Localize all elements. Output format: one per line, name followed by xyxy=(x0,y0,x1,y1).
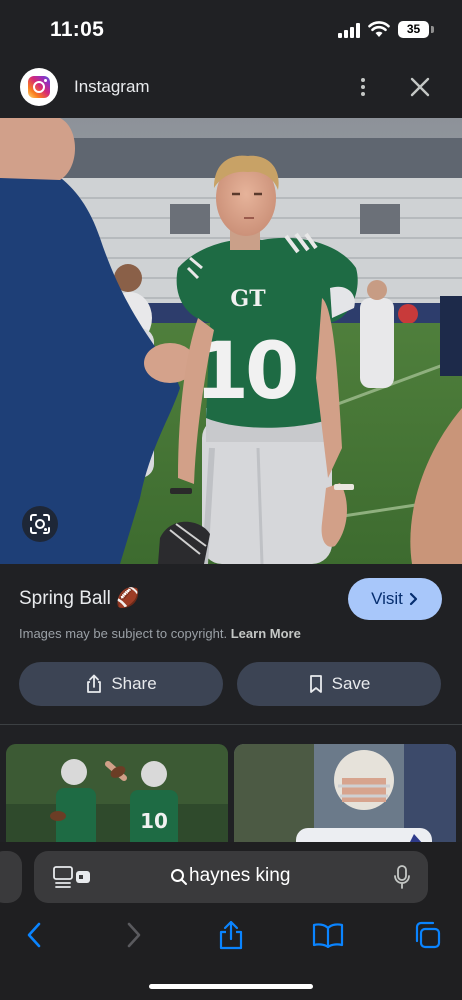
home-indicator xyxy=(149,984,313,989)
reader-icon[interactable] xyxy=(52,865,92,889)
copyright-text: Images may be subject to copyright. xyxy=(19,626,228,641)
save-label: Save xyxy=(331,674,371,693)
search-icon xyxy=(171,869,187,885)
share-button[interactable]: Share xyxy=(19,662,223,706)
bookmarks-icon[interactable] xyxy=(311,918,345,952)
football-player-photo: GT 10 xyxy=(0,118,462,564)
visit-button[interactable]: Visit xyxy=(348,578,442,620)
previous-tab-preview[interactable] xyxy=(0,851,22,903)
battery-icon: 35 xyxy=(398,21,429,38)
cellular-signal-icon xyxy=(338,23,360,38)
result-title: Spring Ball 🏈 xyxy=(19,588,140,609)
tabs-icon[interactable] xyxy=(410,918,444,952)
mic-icon[interactable] xyxy=(392,864,412,890)
share-label: Share xyxy=(111,674,157,693)
status-time: 11:05 xyxy=(50,18,105,41)
share-sheet-icon[interactable] xyxy=(214,918,248,952)
address-bar[interactable]: haynes king xyxy=(34,851,428,903)
forward-icon[interactable] xyxy=(117,918,151,952)
browser-toolbar xyxy=(0,916,462,958)
related-image-thumbnail[interactable] xyxy=(234,744,456,854)
bookmark-icon xyxy=(309,675,322,693)
source-header: Instagram xyxy=(0,62,462,118)
back-icon[interactable] xyxy=(17,918,51,952)
source-name[interactable]: Instagram xyxy=(74,77,150,97)
share-icon xyxy=(87,674,102,693)
thumb-jersey-number: 10 xyxy=(140,809,168,833)
visit-label: Visit xyxy=(371,589,403,608)
save-button[interactable]: Save xyxy=(237,662,441,706)
search-query[interactable]: haynes king xyxy=(189,865,290,887)
more-options-icon[interactable] xyxy=(350,72,376,102)
status-bar: 11:05 35 xyxy=(0,0,462,62)
result-main-image[interactable]: GT 10 xyxy=(0,118,462,564)
browser-chrome: haynes king xyxy=(0,842,462,1000)
instagram-icon[interactable] xyxy=(20,68,58,106)
copyright-note: Images may be subject to copyright. Lear… xyxy=(19,626,301,641)
related-image-thumbnail[interactable]: 10 xyxy=(6,744,228,854)
jersey-letters: GT xyxy=(230,286,266,312)
chevron-right-icon xyxy=(409,592,418,606)
close-icon[interactable] xyxy=(405,72,435,102)
wifi-icon xyxy=(368,21,390,37)
learn-more-link[interactable]: Learn More xyxy=(231,626,301,641)
google-lens-icon[interactable] xyxy=(22,506,58,542)
battery-tip xyxy=(431,26,434,33)
divider xyxy=(0,724,462,725)
